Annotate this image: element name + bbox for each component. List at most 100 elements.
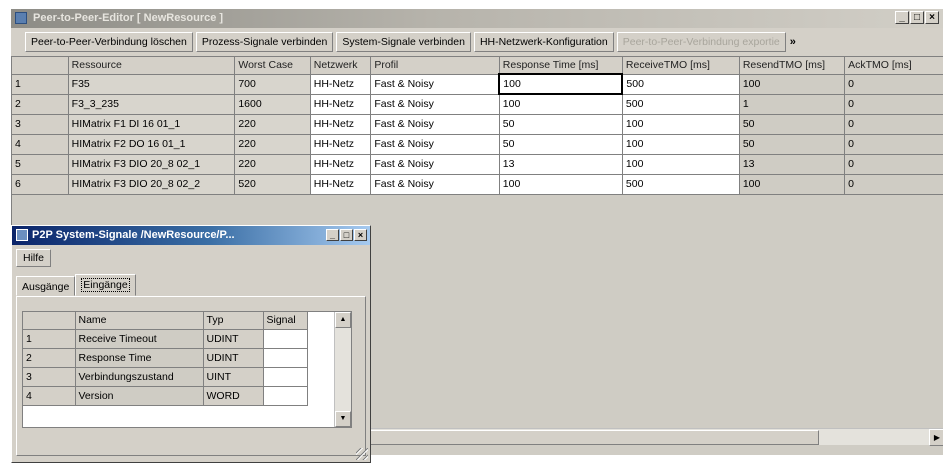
scroll-right-arrow-icon[interactable]: ▶ (929, 429, 943, 446)
cell-profil[interactable]: Fast & Noisy (370, 134, 500, 155)
cell-netzwerk[interactable]: HH-Netz (310, 174, 372, 195)
cell-ack-tmo[interactable]: 0 (844, 114, 943, 135)
cell-netzwerk[interactable]: HH-Netz (310, 134, 372, 155)
cell-signal[interactable] (263, 348, 308, 368)
cell-ressource[interactable]: HIMatrix F1 DI 16 01_1 (68, 114, 236, 135)
cell-name[interactable]: Receive Timeout (75, 329, 204, 349)
cell-response-time[interactable]: 100 (499, 174, 623, 195)
signal-row[interactable]: 2 Response Time UDINT (23, 348, 308, 368)
hh-network-config-button[interactable]: HH-Netzwerk-Konfiguration (473, 32, 614, 52)
col-header-worst-case[interactable]: Worst Case (234, 57, 311, 75)
cell-name[interactable]: Response Time (75, 348, 204, 368)
cell-netzwerk[interactable]: HH-Netz (310, 94, 372, 115)
cell-resend-tmo[interactable]: 100 (739, 74, 846, 95)
cell-name[interactable]: Verbindungszustand (75, 367, 204, 387)
col-header-resend-tmo[interactable]: ResendTMO [ms] (739, 57, 846, 75)
child-close-button[interactable]: × (354, 229, 367, 241)
cell-profil[interactable]: Fast & Noisy (370, 74, 500, 95)
cell-signal[interactable] (263, 386, 308, 406)
table-row[interactable]: 2 F3_3_235 1600 HH-Netz Fast & Noisy 100… (12, 94, 943, 115)
scroll-up-arrow-icon[interactable]: ▲ (335, 312, 351, 328)
cell-name[interactable]: Version (75, 386, 204, 406)
table-row[interactable]: 1 F35 700 HH-Netz Fast & Noisy 100 500 1… (12, 73, 943, 95)
cell-response-time[interactable]: 100 (499, 94, 623, 115)
signal-row[interactable]: 1 Receive Timeout UDINT (23, 329, 308, 349)
tab-ausgaenge[interactable]: Ausgänge (16, 276, 76, 296)
cell-netzwerk[interactable]: HH-Netz (310, 114, 372, 135)
maximize-button[interactable]: □ (910, 11, 924, 24)
cell-ressource[interactable]: HIMatrix F2 DO 16 01_1 (68, 134, 236, 155)
row-number[interactable]: 3 (12, 114, 69, 135)
cell-ressource[interactable]: F3_3_235 (68, 94, 236, 115)
col-header-receive-tmo[interactable]: ReceiveTMO [ms] (622, 57, 740, 75)
export-p2p-connection-button[interactable]: Peer-to-Peer-Verbindung exportie (616, 32, 786, 52)
cell-netzwerk[interactable]: HH-Netz (310, 74, 372, 95)
resize-grip-icon[interactable] (356, 448, 368, 460)
horizontal-scrollbar-thumb[interactable] (369, 430, 819, 445)
tab-eingaenge[interactable]: Eingänge (75, 274, 136, 296)
row-number[interactable]: 6 (12, 174, 69, 195)
scroll-down-arrow-icon[interactable]: ▼ (335, 411, 351, 427)
cell-profil[interactable]: Fast & Noisy (370, 154, 500, 175)
row-number[interactable]: 1 (12, 74, 69, 95)
cell-signal[interactable] (263, 329, 308, 349)
row-number[interactable]: 2 (23, 348, 76, 368)
minimize-button[interactable]: _ (895, 11, 909, 24)
row-number[interactable]: 4 (23, 386, 76, 406)
cell-ressource[interactable]: HIMatrix F3 DIO 20_8 02_2 (68, 174, 236, 195)
col-header-signal[interactable]: Signal (263, 312, 308, 330)
cell-receive-tmo[interactable]: 100 (622, 134, 740, 155)
col-header-response-time[interactable]: Response Time [ms] (499, 57, 623, 75)
cell-ack-tmo[interactable]: 0 (844, 134, 943, 155)
col-header-ressource[interactable]: Ressource (68, 57, 236, 75)
row-number[interactable]: 2 (12, 94, 69, 115)
cell-receive-tmo[interactable]: 500 (622, 74, 740, 95)
cell-netzwerk[interactable]: HH-Netz (310, 154, 372, 175)
cell-response-time[interactable]: 50 (499, 134, 623, 155)
cell-resend-tmo[interactable]: 13 (739, 154, 846, 175)
close-button[interactable]: × (925, 11, 939, 24)
table-row[interactable]: 4 HIMatrix F2 DO 16 01_1 220 HH-Netz Fas… (12, 134, 943, 155)
table-row[interactable]: 3 HIMatrix F1 DI 16 01_1 220 HH-Netz Fas… (12, 114, 943, 135)
cell-resend-tmo[interactable]: 50 (739, 134, 846, 155)
signal-row[interactable]: 3 Verbindungszustand UINT (23, 367, 308, 387)
toolbar-overflow-chevron-icon[interactable]: » (790, 36, 796, 48)
row-number[interactable]: 5 (12, 154, 69, 175)
col-header-typ[interactable]: Typ (203, 312, 264, 330)
child-minimize-button[interactable]: _ (326, 229, 339, 241)
cell-receive-tmo[interactable]: 500 (622, 174, 740, 195)
row-number[interactable]: 1 (23, 329, 76, 349)
cell-profil[interactable]: Fast & Noisy (370, 174, 500, 195)
cell-profil[interactable]: Fast & Noisy (370, 94, 500, 115)
cell-resend-tmo[interactable]: 100 (739, 174, 846, 195)
cell-ack-tmo[interactable]: 0 (844, 74, 943, 95)
col-header-ack-tmo[interactable]: AckTMO [ms] (844, 57, 943, 75)
signal-row[interactable]: 4 Version WORD (23, 386, 308, 406)
horizontal-scrollbar[interactable]: ▶ (369, 428, 943, 446)
cell-profil[interactable]: Fast & Noisy (370, 114, 500, 135)
menu-hilfe[interactable]: Hilfe (16, 249, 52, 267)
col-header-profil[interactable]: Profil (370, 57, 500, 75)
cell-receive-tmo[interactable]: 100 (622, 114, 740, 135)
cell-response-time[interactable]: 13 (499, 154, 623, 175)
cell-resend-tmo[interactable]: 1 (739, 94, 846, 115)
row-number[interactable]: 4 (12, 134, 69, 155)
main-titlebar[interactable]: Peer-to-Peer-Editor [ NewResource ] _ □ … (11, 9, 943, 28)
grid-corner-header[interactable] (12, 57, 69, 75)
cell-ressource[interactable]: F35 (68, 74, 236, 95)
cell-ack-tmo[interactable]: 0 (844, 94, 943, 115)
table-row[interactable]: 5 HIMatrix F3 DIO 20_8 02_1 220 HH-Netz … (12, 154, 943, 175)
child-titlebar[interactable]: P2P System-Signale /NewResource/P... _ □… (12, 226, 370, 245)
row-number[interactable]: 3 (23, 367, 76, 387)
cell-ack-tmo[interactable]: 0 (844, 154, 943, 175)
cell-receive-tmo[interactable]: 100 (622, 154, 740, 175)
delete-p2p-connection-button[interactable]: Peer-to-Peer-Verbindung löschen (25, 32, 193, 52)
cell-receive-tmo[interactable]: 500 (622, 94, 740, 115)
col-header-netzwerk[interactable]: Netzwerk (310, 57, 372, 75)
cell-resend-tmo[interactable]: 50 (739, 114, 846, 135)
connect-process-signals-button[interactable]: Prozess-Signale verbinden (195, 32, 334, 52)
col-header-name[interactable]: Name (75, 312, 204, 330)
cell-signal[interactable] (263, 367, 308, 387)
signal-corner-header[interactable] (23, 312, 76, 330)
cell-response-time[interactable]: 50 (499, 114, 623, 135)
